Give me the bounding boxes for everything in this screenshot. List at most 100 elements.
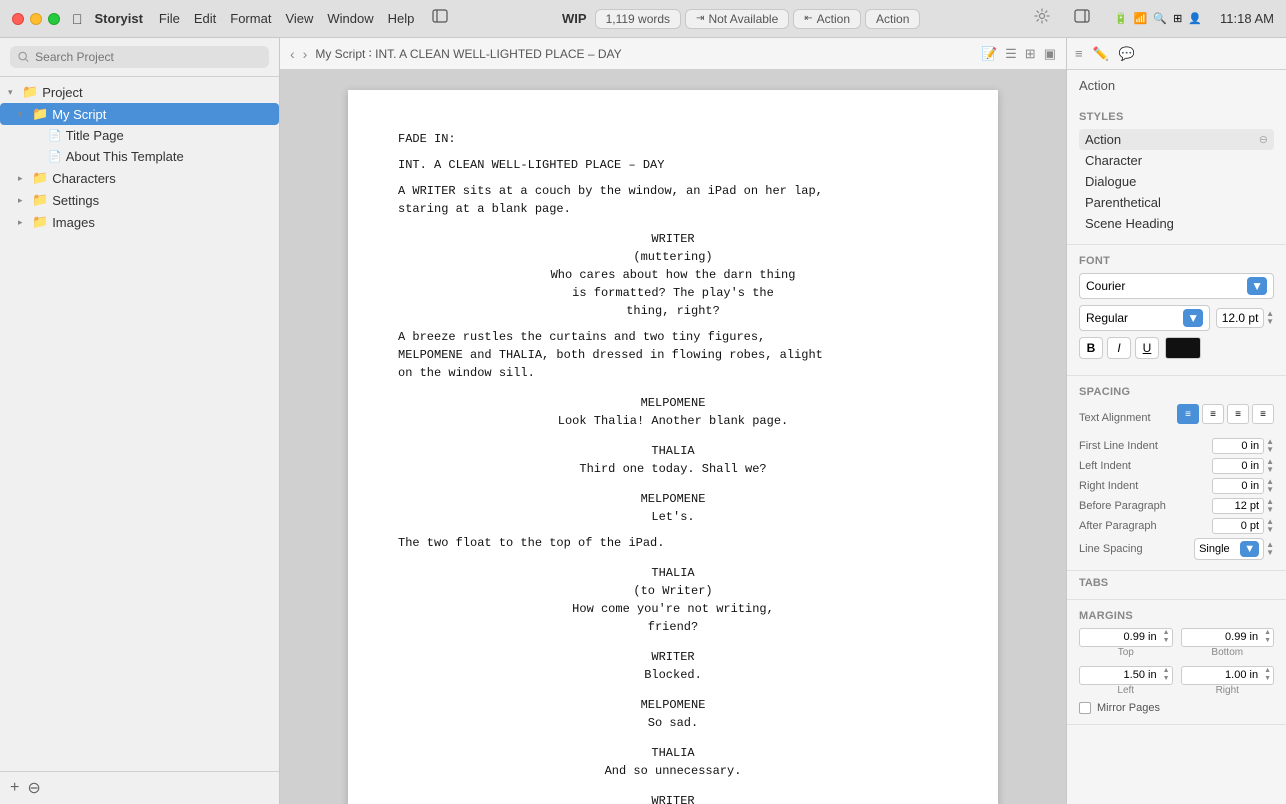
text-alignment-label: Text Alignment [1079,412,1151,424]
style-parenthetical[interactable]: Parenthetical [1079,192,1274,213]
mirror-pages-label: Mirror Pages [1097,702,1160,714]
right-indent-arrows[interactable]: ▲ ▼ [1266,478,1274,494]
style-label: Dialogue [1085,174,1136,189]
first-line-indent-arrows[interactable]: ▲ ▼ [1266,438,1274,454]
margin-left-down[interactable]: ▼ [1161,675,1172,683]
remove-style-icon[interactable]: ⊖ [1259,133,1268,146]
apple-icon:  [72,11,83,27]
fullscreen-button[interactable] [48,13,60,25]
before-para-arrows[interactable]: ▲ ▼ [1266,498,1274,514]
battery-icon: 🔋 [1114,12,1128,25]
sidebar-toggle-button[interactable] [432,8,448,29]
margin-top-up[interactable]: ▲ [1161,629,1172,637]
line-spacing-row: Line Spacing Single ▼ ▲ ▼ [1079,538,1274,560]
lines-icon[interactable]: ≡ [1075,46,1083,61]
add-item-button[interactable]: + [10,779,19,797]
margin-left-up[interactable]: ▲ [1161,667,1172,675]
user-icon[interactable]: 👤 [1188,12,1202,25]
nav-forward-button[interactable]: › [303,46,308,62]
sidebar-item-label: My Script [52,107,106,122]
align-justify-button[interactable]: ≡ [1252,404,1274,424]
right-panel-toolbar: ≡ ✏️ 💬 [1067,38,1286,70]
font-dropdown-arrow[interactable]: ▼ [1247,277,1267,295]
menu-help[interactable]: Help [388,11,415,26]
search-icon[interactable]: 🔍 [1153,12,1167,25]
menu-format[interactable]: Format [230,11,271,26]
menu-bar: File Edit Format View Window Help [159,11,414,26]
margin-left-input[interactable]: 1.50 in ▲ ▼ [1079,666,1173,685]
style-label: Character [1085,153,1142,168]
mirror-pages-checkbox[interactable] [1079,702,1091,714]
margin-right-down[interactable]: ▼ [1262,675,1273,683]
margin-top-down[interactable]: ▼ [1161,637,1172,645]
content-area: ‹ › My Script ∶ INT. A CLEAN WELL-LIGHTE… [280,38,1066,804]
app-name: Storyist [95,11,143,26]
settings-icon[interactable] [1034,8,1050,29]
search-input[interactable] [35,50,261,64]
menu-window[interactable]: Window [327,11,373,26]
bold-button[interactable]: B [1079,337,1103,359]
after-para-value[interactable]: 0 pt [1212,518,1264,534]
menu-edit[interactable]: Edit [194,11,216,26]
line-spacing-arrow[interactable]: ▼ [1240,541,1259,557]
font-size-arrows[interactable]: ▲ ▼ [1266,310,1274,326]
font-size-input[interactable]: 12.0 pt [1216,308,1264,328]
sidebar-item-project[interactable]: ▾ 📁 Project [0,81,279,103]
margin-bottom-input[interactable]: 0.99 in ▲ ▼ [1181,628,1275,647]
sidebar-item-my-script[interactable]: ▾ 📁 My Script [0,103,279,125]
sidebar-item-settings[interactable]: ▸ 📁 Settings [0,189,279,211]
menu-file[interactable]: File [159,11,180,26]
color-swatch[interactable] [1165,337,1201,359]
style-action[interactable]: Action ⊖ [1079,129,1274,150]
list-icon[interactable]: ☰ [1005,46,1017,62]
panel-icon[interactable]: ▣ [1044,46,1056,62]
sidebar-item-title-page[interactable]: ▾ 📄 Title Page [0,125,279,146]
delete-item-button[interactable]: ⊖ [27,778,40,798]
nav-back-button[interactable]: ‹ [290,46,295,62]
align-right-button[interactable]: ≡ [1227,404,1249,424]
italic-button[interactable]: I [1107,337,1131,359]
sidebar-item-about-template[interactable]: ▾ 📄 About This Template [0,146,279,167]
margin-top-input[interactable]: 0.99 in ▲ ▼ [1079,628,1173,647]
first-line-indent-value[interactable]: 0 in [1212,438,1264,454]
comment-icon[interactable]: 💬 [1119,46,1135,62]
sidebar-item-images[interactable]: ▸ 📁 Images [0,211,279,233]
minimize-button[interactable] [30,13,42,25]
current-style-label: Action [1079,78,1115,93]
character-2: MELPOMENE [398,394,948,412]
line-spacing-select[interactable]: Single ▼ [1194,538,1264,560]
margin-bottom-up[interactable]: ▲ [1262,629,1273,637]
sidebar-item-characters[interactable]: ▸ 📁 Characters [0,167,279,189]
style-dialogue[interactable]: Dialogue [1079,171,1274,192]
margin-bottom-down[interactable]: ▼ [1262,637,1273,645]
menu-view[interactable]: View [285,11,313,26]
align-left-button[interactable]: ≡ [1177,404,1199,424]
document-icon[interactable]: 📝 [981,46,997,62]
underline-button[interactable]: U [1135,337,1159,359]
margin-right-up[interactable]: ▲ [1262,667,1273,675]
after-para-arrows[interactable]: ▲ ▼ [1266,518,1274,534]
close-button[interactable] [12,13,24,25]
folder-icon: 📁 [32,170,48,186]
style-scene-heading[interactable]: Scene Heading [1079,213,1274,234]
left-indent-value[interactable]: 0 in [1212,458,1264,474]
left-indent-arrows[interactable]: ▲ ▼ [1266,458,1274,474]
margins-section-title: Margins [1079,610,1274,622]
script-editor[interactable]: FADE IN: INT. A CLEAN WELL-LIGHTED PLACE… [280,70,1066,804]
align-center-button[interactable]: ≡ [1202,404,1224,424]
search-input-wrap[interactable] [10,46,269,68]
control-center-icon[interactable]: ⊞ [1173,12,1182,25]
weight-dropdown-arrow[interactable]: ▼ [1183,309,1203,327]
grid-icon[interactable]: ⊞ [1025,46,1036,62]
style-character[interactable]: Character [1079,150,1274,171]
font-name-select[interactable]: Courier ▼ [1079,273,1274,299]
right-indent-value[interactable]: 0 in [1212,478,1264,494]
font-size-spinner[interactable]: 12.0 pt ▲ ▼ [1216,308,1274,328]
before-para-value[interactable]: 12 pt [1212,498,1264,514]
pen-icon[interactable]: ✏️ [1093,46,1109,62]
font-size-down-arrow[interactable]: ▼ [1266,318,1274,326]
doc-actions: 📝 ☰ ⊞ ▣ [981,46,1056,62]
margin-right-input[interactable]: 1.00 in ▲ ▼ [1181,666,1275,685]
font-weight-select[interactable]: Regular ▼ [1079,305,1210,331]
panel-toggle-button[interactable] [1074,8,1090,29]
